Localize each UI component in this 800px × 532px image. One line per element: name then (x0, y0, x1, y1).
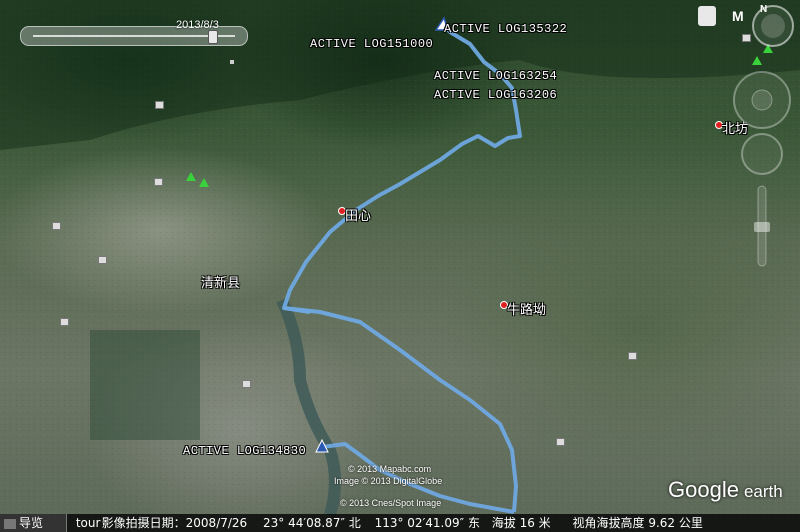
navigation-controls: M N (690, 0, 800, 280)
poi-icon[interactable] (98, 256, 107, 264)
track-label[interactable]: ACTIVE LOG134830 (183, 444, 306, 458)
google-earth-logo: Google earth (668, 477, 783, 503)
poi-icon[interactable] (628, 352, 637, 360)
poi-icon[interactable] (60, 318, 69, 326)
timeline-track (33, 35, 235, 37)
track-label[interactable]: ACTIVE LOG135322 (444, 22, 567, 36)
poi-icon[interactable] (154, 178, 163, 186)
poi-icon[interactable] (155, 101, 164, 109)
nav-tab-label: 导览 (19, 516, 44, 530)
street-view-icon[interactable] (698, 6, 716, 26)
timeline-thumb[interactable] (208, 30, 218, 44)
nav-rings (733, 5, 794, 267)
place-label[interactable]: 牛路坳 (507, 299, 546, 318)
latitude-readout: 23° 44′08.87″ 北 (263, 516, 361, 530)
place-label[interactable]: 清新县 (201, 272, 240, 291)
nav-tab[interactable]: 导览 (0, 514, 67, 532)
copyright-line: © 2013 Cnes/Spot Image (340, 498, 442, 508)
status-bar: tour 影像拍摄日期：2008/7/26 23° 44′08.87″ 北 11… (0, 514, 800, 532)
track-label[interactable]: ACTIVE LOG163254 (434, 69, 557, 83)
eye-altitude-readout: 视角海拔高度 9.62 公里 (572, 516, 703, 530)
tour-label: tour (75, 516, 101, 530)
poi-icon[interactable] (242, 380, 251, 388)
park-icon[interactable] (199, 178, 209, 187)
poi-icon[interactable] (52, 222, 61, 230)
place-label[interactable]: 田心 (345, 205, 371, 224)
elevation-readout: 海拔 16 米 (491, 516, 551, 530)
nav-tab-icon (4, 518, 16, 529)
brand-earth: earth (743, 482, 783, 501)
mode-button[interactable]: M (732, 8, 744, 24)
park-icon[interactable] (186, 172, 196, 181)
track-label[interactable]: ACTIVE LOG151000 (310, 37, 433, 51)
longitude-readout: 113° 02′41.09″ 东 (374, 516, 480, 530)
brand-google: Google (668, 477, 739, 502)
track-label[interactable]: ACTIVE LOG163206 (434, 88, 557, 102)
timeline-date: 2013/8/3 (176, 19, 219, 31)
north-icon[interactable]: N (760, 4, 767, 15)
imagery-date: 影像拍摄日期：2008/7/26 (101, 516, 248, 530)
copyright-line: Image © 2013 DigitalGlobe (334, 476, 443, 486)
map-viewport[interactable]: 2013/8/3 ACTIVE LOG135322 ACTIVE LOG1510… (0, 0, 800, 532)
poi-icon[interactable] (556, 438, 565, 446)
map-overlay (0, 0, 800, 532)
copyright-line: © 2013 Mapabc.com (348, 464, 432, 474)
